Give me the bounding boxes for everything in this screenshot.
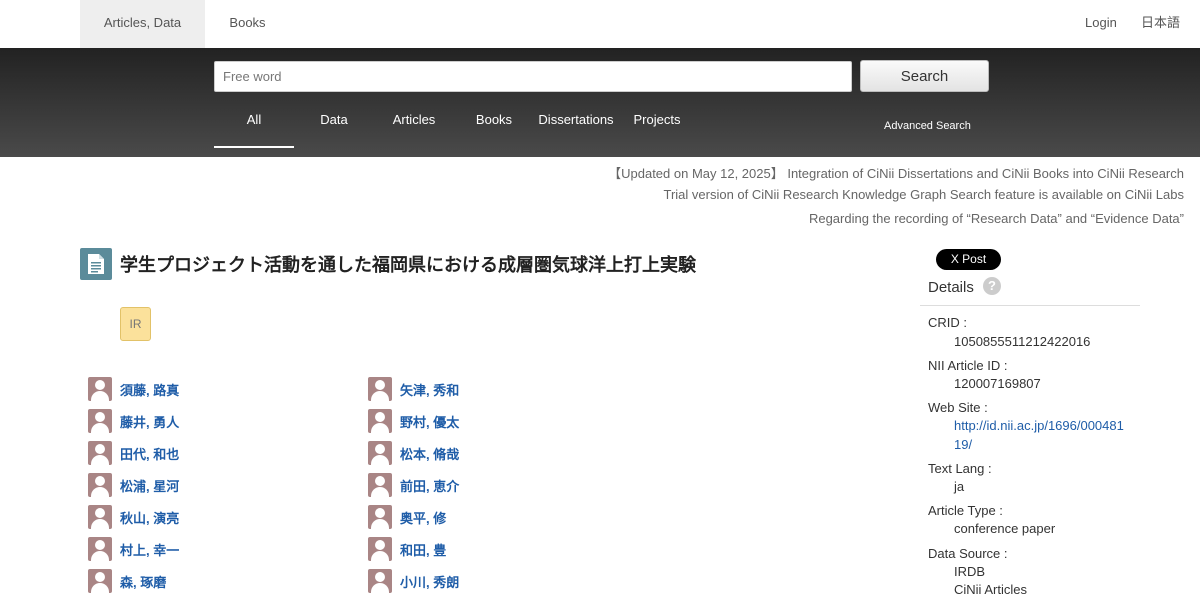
author-name[interactable]: 小川, 秀朗 [400,572,459,591]
person-icon [88,537,112,561]
search-button[interactable]: Search [860,60,989,92]
category-articles[interactable]: Articles [374,110,454,148]
search-input[interactable] [214,61,852,92]
category-dissertations[interactable]: Dissertations [534,110,618,148]
advanced-search-link[interactable]: Advanced Search [884,120,971,132]
author-name[interactable]: 森, 琢磨 [120,572,166,591]
person-icon [368,473,392,497]
person-icon [368,441,392,465]
author-name[interactable]: 村上, 幸一 [120,540,179,559]
person-icon [88,377,112,401]
author-name[interactable]: 矢津, 秀和 [400,380,459,399]
notice-link[interactable]: Regarding the recording of “Research Dat… [809,211,1184,226]
website-link[interactable]: http://id.nii.ac.jp/1696/00048119/ [954,416,1124,454]
person-icon [88,505,112,529]
article-type-value: conference paper [954,521,1056,536]
website-label: Web Site : [928,400,988,415]
author-name[interactable]: 野村, 優太 [400,412,459,431]
category-data[interactable]: Data [294,110,374,148]
person-icon [88,441,112,465]
article-title: 学生プロジェクト活動を通した福岡県における成層圏気球洋上打上実験 [120,255,696,275]
text-lang-label: Text Lang : [928,461,992,476]
person-icon [88,473,112,497]
author-name[interactable]: 前田, 恵介 [400,476,459,495]
person-icon [368,409,392,433]
nii-article-id-value: 120007169807 [954,376,1041,391]
article-type-label: Article Type : [928,503,1003,518]
person-icon [368,569,392,593]
data-source-value: CiNii Articles [954,582,1027,597]
ir-badge[interactable]: IR [120,307,151,341]
document-icon [80,248,112,280]
author-name[interactable]: 松本, 脩哉 [400,444,459,463]
help-icon[interactable]: ? [983,277,1001,295]
tab-books[interactable]: Books [205,0,290,48]
category-projects[interactable]: Projects [618,110,696,148]
crid-label: CRID : [928,315,967,330]
details-heading: Details [928,279,974,296]
top-navigation: Articles, Data Books Login 日本語 [0,0,1200,48]
search-band: Search All Data Articles Books Dissertat… [0,48,1200,157]
author-name[interactable]: 須藤, 路真 [120,380,179,399]
category-all[interactable]: All [214,110,294,148]
text-lang-value: ja [954,479,965,494]
person-icon [368,537,392,561]
person-icon [368,377,392,401]
author-name[interactable]: 和田, 豊 [400,540,446,559]
author-name[interactable]: 田代, 和也 [120,444,179,463]
data-source-label: Data Source : [928,546,1008,561]
divider [920,305,1140,306]
data-source-value: IRDB [954,564,986,579]
login-link[interactable]: Login [1085,0,1117,46]
tab-articles-data[interactable]: Articles, Data [80,0,205,48]
category-books[interactable]: Books [454,110,534,148]
author-name[interactable]: 秋山, 演亮 [120,508,179,527]
person-icon [88,409,112,433]
notice-link[interactable]: 【Updated on May 12, 2025】 Integration of… [608,163,1184,182]
nii-article-id-label: NII Article ID : [928,358,1008,373]
author-name[interactable]: 藤井, 勇人 [120,412,179,431]
language-switch-link[interactable]: 日本語 [1141,0,1180,46]
person-icon [88,569,112,593]
person-icon [368,505,392,529]
author-name[interactable]: 奥平, 修 [400,508,446,527]
author-name[interactable]: 松浦, 星河 [120,476,179,495]
notice-link[interactable]: Trial version of CiNii Research Knowledg… [664,187,1185,202]
x-post-button[interactable]: X Post [936,249,1001,270]
crid-value: 1050855511212422016 [954,334,1091,349]
